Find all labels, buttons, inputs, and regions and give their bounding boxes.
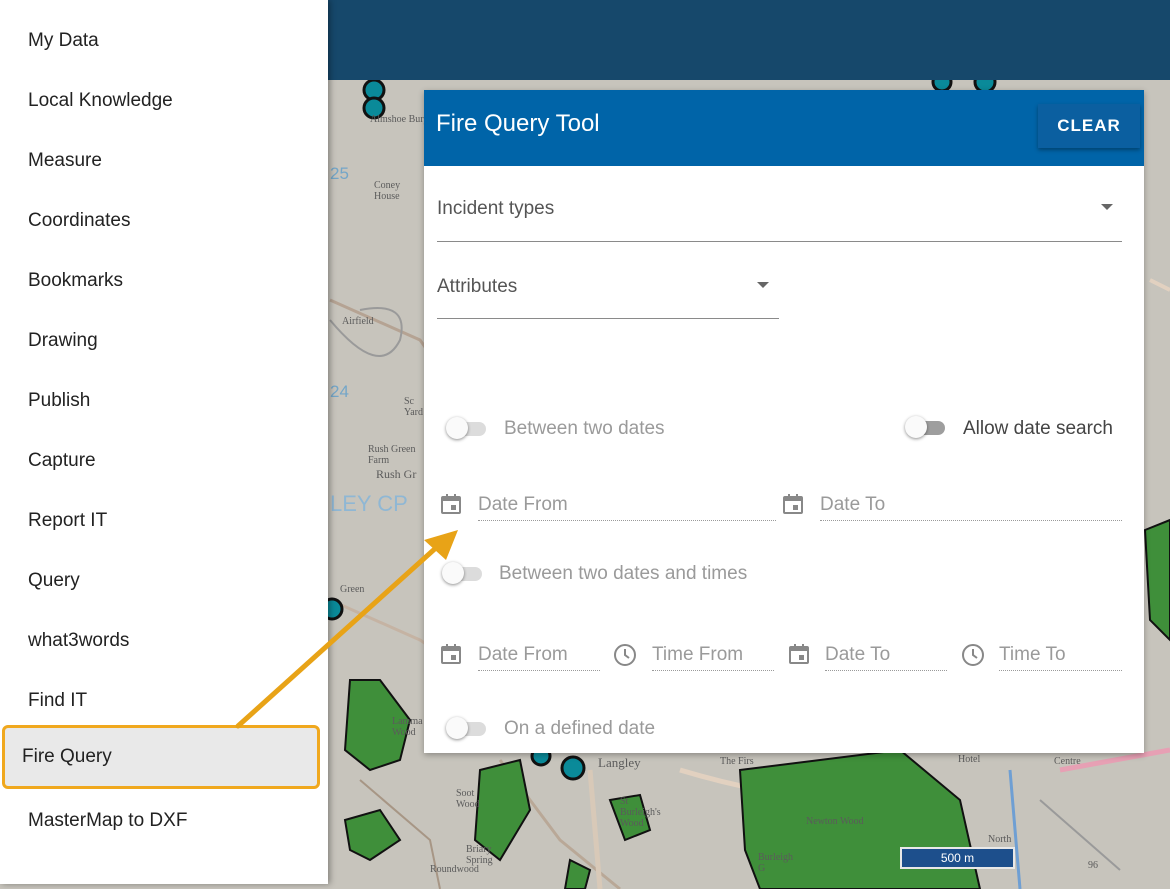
- time-to-placeholder: Time To: [999, 644, 1066, 665]
- map-label-burleigh: Burleigh G: [758, 852, 793, 874]
- defined-date-label: On a defined date: [504, 718, 656, 739]
- calendar-icon[interactable]: [787, 642, 811, 666]
- sidebar-item-report-it[interactable]: Report IT: [8, 491, 320, 551]
- toggle-thumb: [446, 717, 468, 739]
- allow-date-search-label: Allow date search: [963, 418, 1113, 439]
- date-to-input[interactable]: Date To: [820, 488, 1122, 521]
- map-label-st-burleigh: St Burleigh's Wood: [620, 796, 661, 829]
- calendar-icon[interactable]: [439, 642, 463, 666]
- between-two-dates-toggle[interactable]: [446, 417, 488, 439]
- map-label-almshoe: Almshoe Bury: [370, 114, 429, 125]
- date-to-input-2[interactable]: Date To: [825, 638, 947, 671]
- date-from-placeholder: Date From: [478, 494, 568, 515]
- between-dates-times-toggle[interactable]: [442, 562, 484, 584]
- clock-icon[interactable]: [613, 643, 637, 667]
- map-label-north: North: [988, 834, 1012, 845]
- chevron-down-icon: [1101, 204, 1113, 210]
- calendar-icon[interactable]: [439, 492, 463, 516]
- sidebar-item-mastermap-to-dxf[interactable]: MasterMap to DXF: [8, 791, 320, 851]
- sidebar-item-drawing[interactable]: Drawing: [8, 311, 320, 371]
- clock-icon[interactable]: [961, 643, 985, 667]
- sidebar-item-coordinates[interactable]: Coordinates: [8, 191, 320, 251]
- map-label-langley: Langley: [598, 755, 641, 770]
- sidebar-item-query[interactable]: Query: [8, 551, 320, 611]
- sidebar-item-fire-query[interactable]: Fire Query: [2, 725, 320, 789]
- sidebar-item-bookmarks[interactable]: Bookmarks: [8, 251, 320, 311]
- date-to-placeholder: Date To: [820, 494, 886, 515]
- grid-number-25: 25: [330, 164, 349, 183]
- date-to-placeholder-2: Date To: [825, 644, 891, 665]
- allow-date-search-toggle[interactable]: [905, 416, 947, 438]
- sidebar-item-my-data[interactable]: My Data: [8, 11, 320, 71]
- sidebar-item-measure[interactable]: Measure: [8, 131, 320, 191]
- map-label-hotel: Hotel: [958, 754, 981, 765]
- between-dates-times-label: Between two dates and times: [499, 563, 748, 584]
- map-label-newton: Newton Wood: [806, 816, 864, 827]
- grid-number-24: 24: [330, 382, 349, 401]
- map-label-lamma: Lamma Wood: [392, 716, 423, 738]
- toggle-thumb: [905, 416, 927, 438]
- map-label-airfield: Airfield: [342, 316, 374, 327]
- sidebar-item-publish[interactable]: Publish: [8, 371, 320, 431]
- map-label-96: 96: [1088, 860, 1098, 871]
- time-to-input[interactable]: Time To: [999, 638, 1122, 671]
- map-label-soot: Soot Wood: [456, 788, 480, 810]
- tools-sidebar: My Data Local Knowledge Measure Coordina…: [0, 0, 328, 884]
- sidebar-item-local-knowledge[interactable]: Local Knowledge: [8, 71, 320, 131]
- map-label-briary: Briary Spring: [466, 844, 493, 866]
- map-label-firs: The Firs: [720, 756, 754, 767]
- sidebar-item-find-it[interactable]: Find IT: [8, 671, 320, 731]
- clear-button[interactable]: CLEAR: [1038, 104, 1140, 148]
- toggle-thumb: [446, 417, 468, 439]
- sidebar-item-capture[interactable]: Capture: [8, 431, 320, 491]
- map-scale-bar: 500 m: [900, 847, 1015, 869]
- map-label-green: Green: [340, 584, 365, 595]
- map-label-sc: Sc Yard: [404, 396, 423, 418]
- map-label-rush-gr: Rush Gr: [376, 467, 417, 481]
- between-two-dates-label: Between two dates: [504, 418, 665, 439]
- map-label-roundwood: Roundwood: [430, 864, 479, 875]
- sidebar-item-what3words[interactable]: what3words: [8, 611, 320, 671]
- map-label-coney: Coney House: [374, 180, 401, 202]
- incident-types-label: Incident types: [437, 198, 555, 219]
- time-from-placeholder: Time From: [652, 644, 744, 665]
- toggle-thumb: [442, 562, 464, 584]
- date-from-input-2[interactable]: Date From: [478, 638, 600, 671]
- attributes-label: Attributes: [437, 276, 518, 297]
- map-label-rush-green: Rush Green Farm: [368, 444, 416, 466]
- incident-types-select[interactable]: Incident types: [437, 184, 1122, 242]
- panel-title: Fire Query Tool: [436, 110, 600, 137]
- fire-query-panel: Fire Query Tool CLEAR Incident types Att…: [424, 90, 1144, 753]
- defined-date-toggle[interactable]: [446, 717, 488, 739]
- calendar-icon[interactable]: [781, 492, 805, 516]
- time-from-input[interactable]: Time From: [652, 638, 774, 671]
- chevron-down-icon: [757, 282, 769, 288]
- date-from-input[interactable]: Date From: [478, 488, 776, 521]
- date-from-placeholder-2: Date From: [478, 644, 568, 665]
- attributes-select[interactable]: Attributes: [437, 262, 779, 319]
- map-label-centre: Centre: [1054, 756, 1081, 767]
- panel-header: Fire Query Tool CLEAR: [424, 90, 1144, 166]
- map-label-ley-cp: LEY CP: [330, 491, 408, 516]
